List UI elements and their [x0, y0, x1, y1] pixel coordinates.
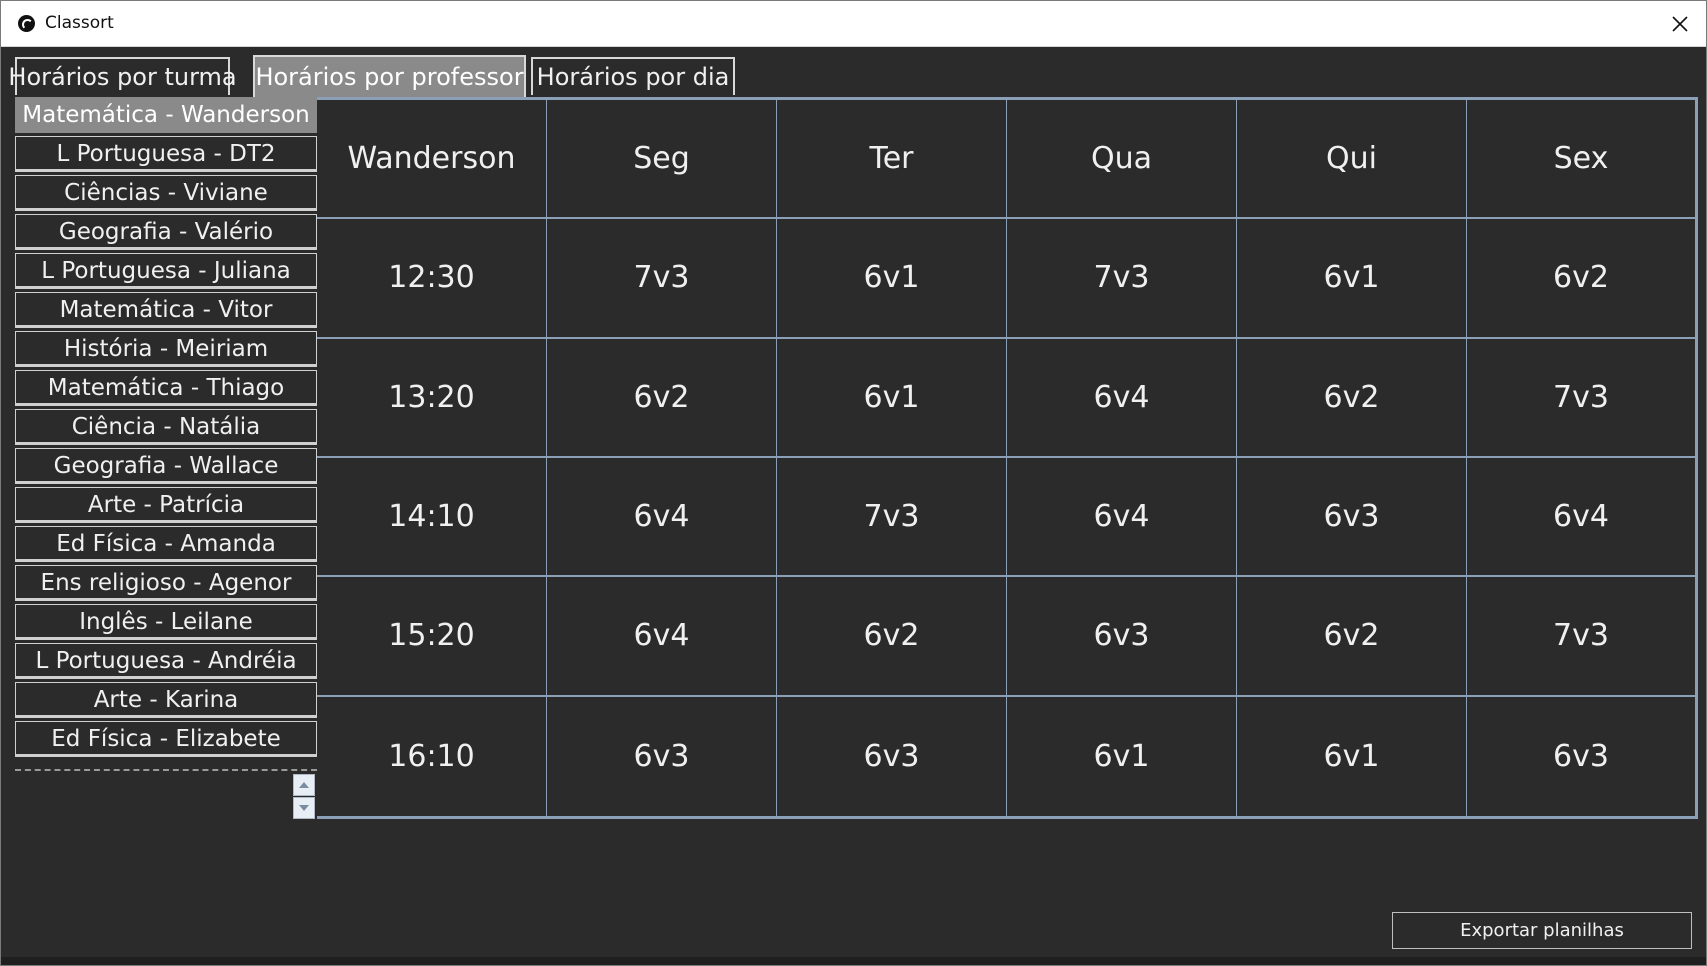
class-cell: 6v2: [1237, 577, 1467, 697]
day-header: Seg: [547, 100, 777, 220]
class-cell: 6v3: [547, 696, 777, 816]
time-slot-cell: 13:20: [317, 338, 547, 458]
tab-horarios-por-professor[interactable]: Horários por professor: [253, 55, 526, 97]
teacher-list-item[interactable]: Ed Física - Amanda: [15, 526, 317, 562]
time-slot-cell: 15:20: [317, 577, 547, 697]
tab-horarios-por-dia[interactable]: Horários por dia: [531, 57, 735, 95]
teacher-list-item[interactable]: Matemática - Vitor: [15, 292, 317, 328]
class-cell: 6v2: [777, 577, 1007, 697]
teacher-list-item[interactable]: Ens religioso - Agenor: [15, 565, 317, 601]
class-cell: 6v3: [777, 696, 1007, 816]
teacher-list-item[interactable]: Matemática - Thiago: [15, 370, 317, 406]
teacher-name-header: Wanderson: [317, 100, 547, 220]
class-cell: 7v3: [547, 219, 777, 339]
class-cell: 7v3: [1467, 577, 1695, 697]
class-cell: 6v4: [1007, 338, 1237, 458]
export-spreadsheets-button[interactable]: Exportar planilhas: [1392, 912, 1692, 949]
class-cell: 6v1: [777, 219, 1007, 339]
time-slot-cell: 14:10: [317, 458, 547, 578]
chevron-up-icon: [299, 782, 309, 788]
teacher-list-item[interactable]: Inglês - Leilane: [15, 604, 317, 640]
class-cell: 6v4: [547, 577, 777, 697]
day-header: Sex: [1467, 100, 1695, 220]
teacher-list-item[interactable]: L Portuguesa - Juliana: [15, 253, 317, 289]
teacher-list-item[interactable]: Arte - Karina: [15, 682, 317, 718]
class-cell: 6v1: [777, 338, 1007, 458]
list-divider: [15, 769, 317, 771]
app-logo-icon: [18, 15, 35, 32]
teacher-list-item[interactable]: Geografia - Wallace: [15, 448, 317, 484]
close-icon: [1672, 16, 1688, 32]
class-cell: 6v4: [547, 458, 777, 578]
class-cell: 6v2: [1237, 338, 1467, 458]
tab-horarios-por-turma[interactable]: Horários por turma: [8, 57, 237, 95]
class-cell: 6v1: [1007, 696, 1237, 816]
day-header: Qui: [1237, 100, 1467, 220]
class-cell: 7v3: [1007, 219, 1237, 339]
scroll-down-button[interactable]: [293, 797, 315, 819]
teacher-list-item[interactable]: Matemática - Wanderson: [15, 97, 317, 133]
teacher-list: Matemática - Wanderson L Portuguesa - DT2…: [15, 97, 317, 769]
window-bottom-edge: [1, 957, 1706, 965]
class-cell: 6v3: [1237, 458, 1467, 578]
time-slot-cell: 12:30: [317, 219, 547, 339]
teacher-list-item[interactable]: L Portuguesa - DT2: [15, 136, 317, 172]
class-cell: 6v3: [1553, 738, 1609, 774]
teacher-list-item[interactable]: Ed Física - Elizabete: [15, 721, 317, 757]
class-cell: 6v2: [547, 338, 777, 458]
teacher-list-item[interactable]: Geografia - Valério: [15, 214, 317, 250]
day-header: Qua: [1007, 100, 1237, 220]
class-cell: 7v3: [777, 458, 1007, 578]
teacher-list-item[interactable]: Ciência - Natália: [15, 409, 317, 445]
day-header: Ter: [777, 100, 1007, 220]
title-bar: Classort: [1, 1, 1706, 47]
class-cell: 6v1: [1237, 696, 1467, 816]
class-cell: 7v3: [1467, 339, 1695, 458]
class-cell: 6v3: [1007, 577, 1237, 697]
schedule-table: Wanderson Seg Ter Qua Qui Sex 12:30 7v3 6v1 7v3 6v…: [317, 97, 1698, 819]
close-button[interactable]: [1654, 1, 1706, 47]
scroll-up-button[interactable]: [293, 774, 315, 796]
teacher-list-item[interactable]: História - Meiriam: [15, 331, 317, 367]
class-cell: 6v1: [1237, 219, 1467, 339]
class-cell: 6v4: [1007, 458, 1237, 578]
time-slot-cell: 16:10: [317, 696, 547, 816]
teacher-list-item[interactable]: L Portuguesa - Andréia: [15, 643, 317, 679]
app-window: Classort Horários por turma Horários por…: [0, 0, 1707, 966]
class-cell: 6v4: [1467, 458, 1695, 578]
class-cell: 6v2: [1467, 219, 1695, 339]
teacher-list-item[interactable]: Arte - Patrícia: [15, 487, 317, 523]
teacher-list-item[interactable]: Ciências - Viviane: [15, 175, 317, 211]
window-title: Classort: [45, 13, 114, 33]
chevron-down-icon: [299, 805, 309, 811]
